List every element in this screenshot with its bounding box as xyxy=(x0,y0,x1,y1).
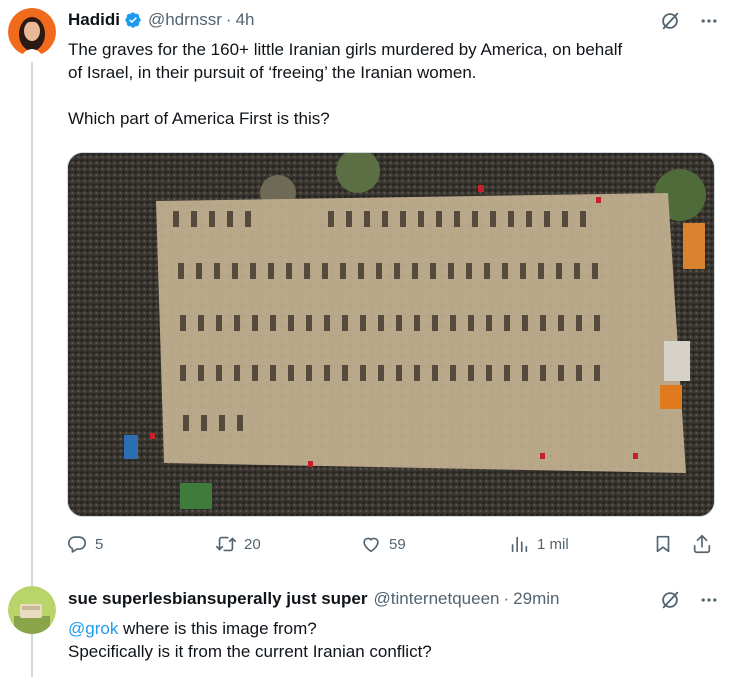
repost-button[interactable]: 20 xyxy=(215,533,261,555)
share-icon xyxy=(691,533,713,555)
views-icon xyxy=(508,533,530,555)
avatar[interactable] xyxy=(8,8,56,56)
tweet-header: Hadidi @hdrnssr · 4h xyxy=(68,9,255,31)
reply-top-actions xyxy=(659,589,719,611)
reply-text-line: @grok where is this image from? xyxy=(68,617,728,640)
timestamp[interactable]: 4h xyxy=(236,10,255,30)
more-icon[interactable] xyxy=(699,11,719,31)
reply-text: @grok where is this image from? Specific… xyxy=(68,617,728,663)
reply-header: sue superlesbiansuperally just super @ti… xyxy=(68,588,559,610)
reply-author-name[interactable]: sue superlesbiansuperally just super xyxy=(68,589,368,609)
bookmark-icon xyxy=(652,533,674,555)
separator-dot: · xyxy=(503,589,510,608)
reply-text-line: Specifically is it from the current Iran… xyxy=(68,642,432,661)
grok-icon[interactable] xyxy=(659,10,681,32)
verified-badge-icon xyxy=(124,11,142,29)
grok-icon[interactable] xyxy=(659,589,681,611)
like-count: 59 xyxy=(389,535,406,553)
tweet-top-actions xyxy=(659,10,719,32)
reply-button[interactable]: 5 xyxy=(66,533,103,555)
author-handle[interactable]: @hdrnssr xyxy=(148,10,222,30)
reply-icon xyxy=(66,533,88,555)
reply-timestamp[interactable]: 29min xyxy=(513,589,559,609)
tweet-text-line: of Israel, in their pursuit of ‘freeing’… xyxy=(68,63,477,82)
thread-line xyxy=(31,62,33,677)
views-button[interactable]: 1 mil xyxy=(508,533,569,555)
reply-text-fragment: where is this image from? xyxy=(118,619,317,638)
tweet-text-line: Which part of America First is this? xyxy=(68,109,330,128)
tweet-media-image[interactable] xyxy=(67,152,715,517)
repost-icon xyxy=(215,533,237,555)
bookmark-button[interactable] xyxy=(652,533,674,555)
reply-author-handle[interactable]: @tinternetqueen xyxy=(374,589,500,609)
tweet-text: The graves for the 160+ little Iranian g… xyxy=(68,38,728,130)
separator-dot: · xyxy=(225,10,232,29)
views-count: 1 mil xyxy=(537,535,569,553)
repost-count: 20 xyxy=(244,535,261,553)
reply-count: 5 xyxy=(95,535,104,553)
share-button[interactable] xyxy=(691,533,713,555)
tweet-action-bar: 5 20 59 1 mil xyxy=(66,533,716,557)
like-icon xyxy=(360,533,382,555)
more-icon[interactable] xyxy=(699,590,719,610)
mention-link[interactable]: @grok xyxy=(68,619,118,638)
tweet-text-line: The graves for the 160+ little Iranian g… xyxy=(68,40,623,59)
author-name[interactable]: Hadidi xyxy=(68,10,120,30)
like-button[interactable]: 59 xyxy=(360,533,406,555)
reply-avatar[interactable] xyxy=(8,586,56,634)
